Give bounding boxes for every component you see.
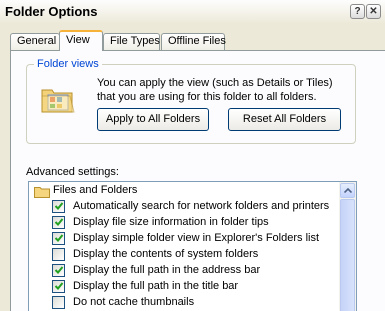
title-bar: Folder Options ? ✕ — [0, 0, 385, 24]
tab-view[interactable]: View — [59, 30, 103, 51]
tab-general[interactable]: General — [10, 33, 60, 50]
vertical-scrollbar[interactable] — [339, 182, 356, 311]
checkbox[interactable] — [52, 232, 65, 245]
advanced-settings-label: Advanced settings: — [26, 166, 119, 178]
apply-to-all-folders-button[interactable]: Apply to All Folders — [97, 108, 209, 131]
folder-views-label: Folder views — [34, 58, 102, 70]
check-icon — [54, 234, 64, 242]
check-icon — [54, 202, 64, 210]
tab-file-types[interactable]: File Types — [103, 33, 160, 50]
list-item-label: Do not cache thumbnails — [73, 296, 195, 308]
list-item-label: Display the full path in the title bar — [73, 280, 239, 292]
scroll-thumb[interactable] — [340, 199, 355, 311]
checkbox[interactable] — [52, 280, 65, 293]
list-item-label: Display the contents of system folders — [73, 248, 259, 260]
reset-all-folders-button[interactable]: Reset All Folders — [228, 108, 341, 131]
check-icon — [54, 266, 64, 274]
check-icon — [54, 218, 64, 226]
checkbox[interactable] — [52, 248, 65, 261]
checkbox[interactable] — [52, 216, 65, 229]
scroll-up-button[interactable] — [340, 183, 355, 198]
list-item-label: Display the full path in the address bar — [73, 264, 261, 276]
chevron-up-icon — [344, 188, 352, 193]
advanced-settings-list[interactable]: Files and Folders Automatically search f… — [28, 181, 357, 311]
close-button[interactable]: ✕ — [366, 4, 381, 19]
help-button[interactable]: ? — [350, 4, 365, 19]
folder-views-description: You can apply the view (such as Details … — [97, 77, 333, 103]
folder-icon — [34, 187, 50, 198]
checkbox[interactable] — [52, 296, 65, 309]
list-item-label: Automatically search for network folders… — [73, 200, 330, 212]
checkbox[interactable] — [52, 200, 65, 213]
checkbox[interactable] — [52, 264, 65, 277]
list-item-label: Files and Folders — [53, 184, 138, 196]
tab-offline-files[interactable]: Offline Files — [161, 33, 226, 50]
list-item-label: Display file size information in folder … — [73, 216, 269, 228]
window-title: Folder Options — [5, 4, 98, 19]
check-icon — [54, 282, 64, 290]
folder-views-icon — [41, 89, 75, 113]
list-item-label: Display simple folder view in Explorer's… — [73, 232, 320, 244]
